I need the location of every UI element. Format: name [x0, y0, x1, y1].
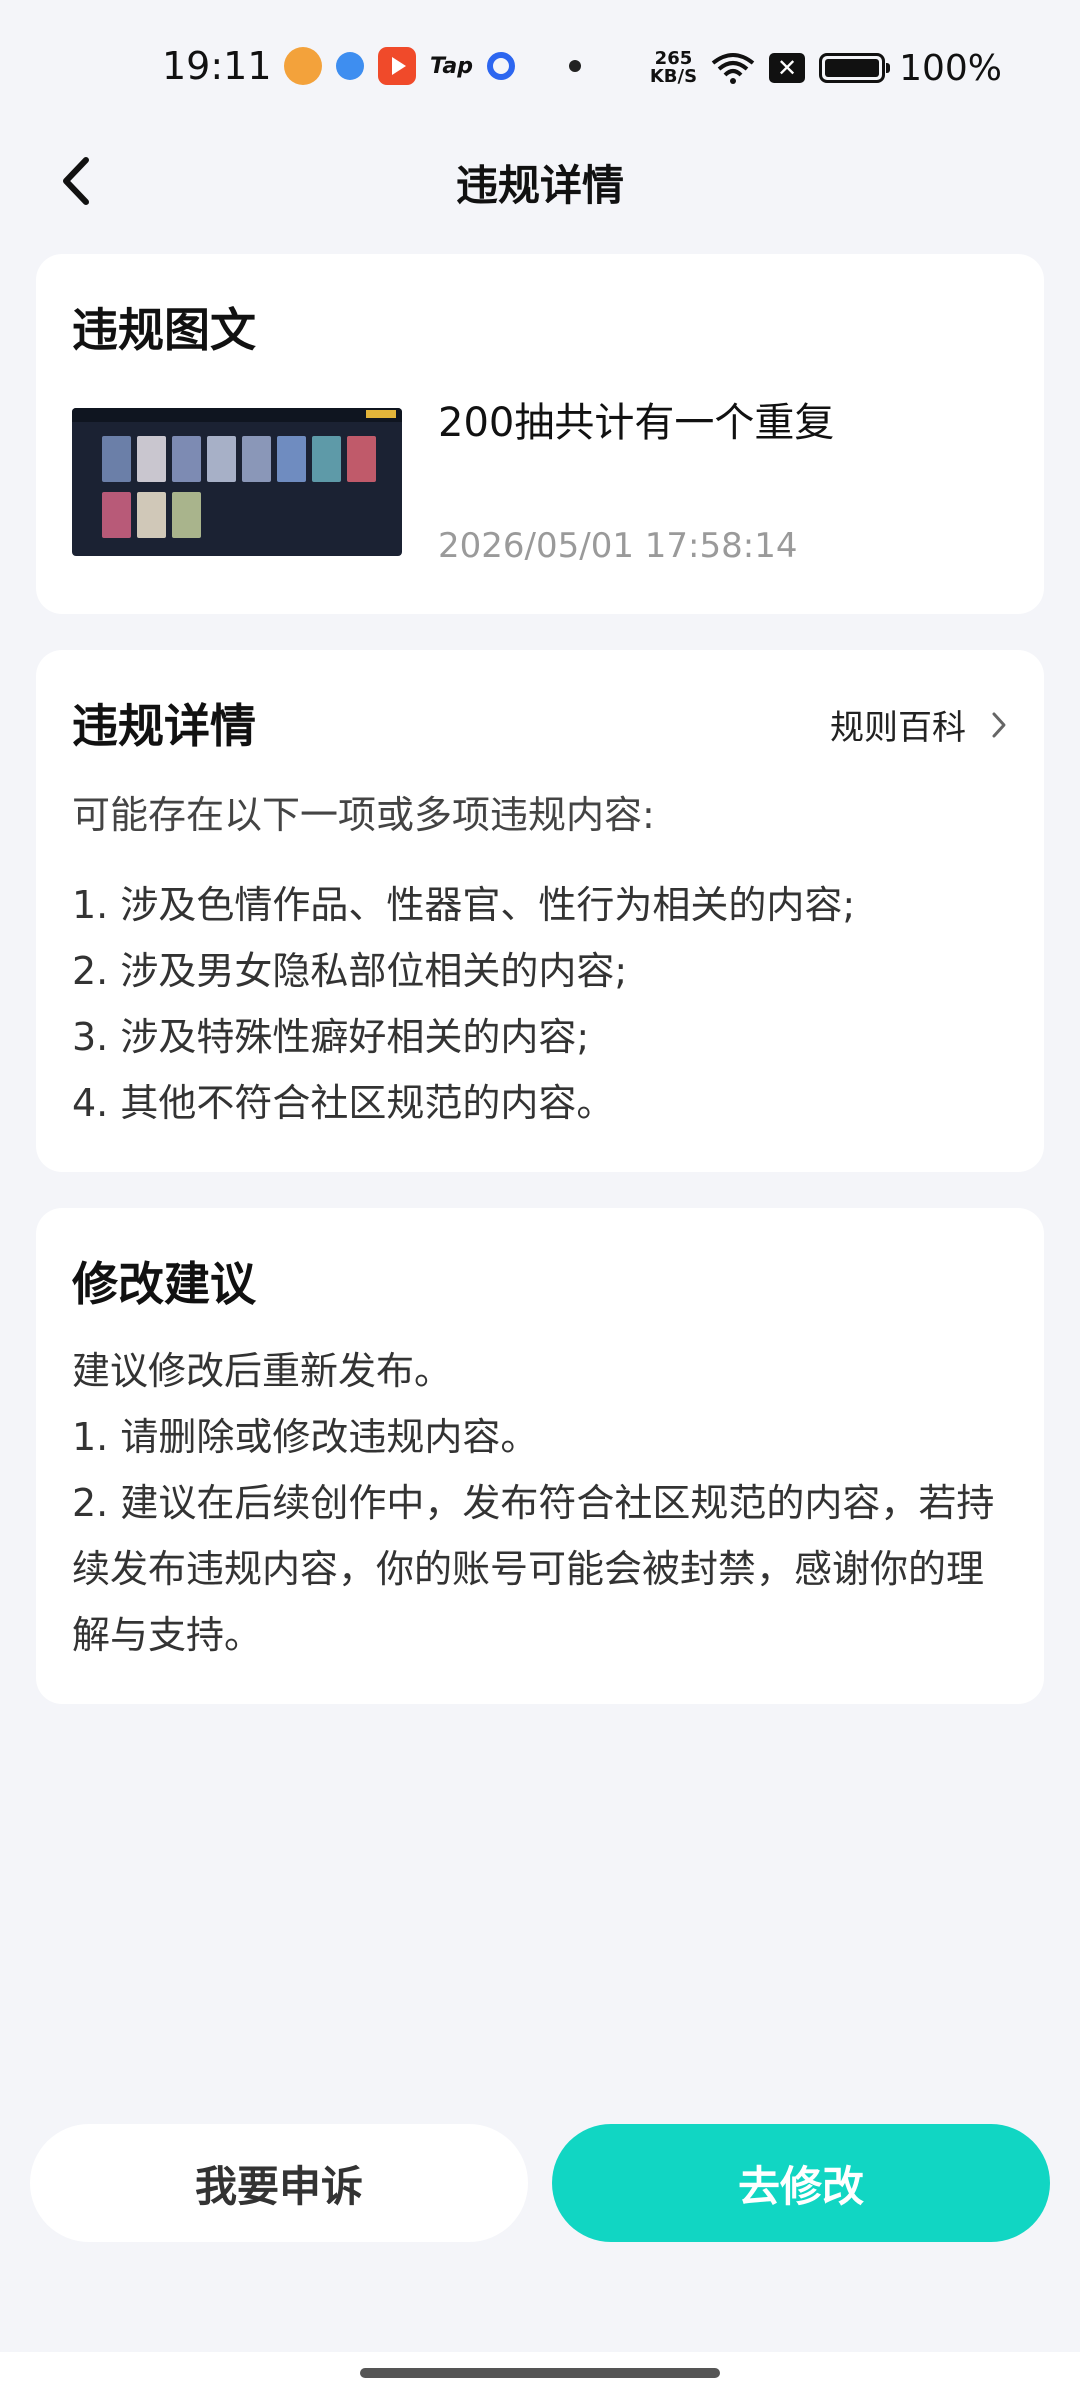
post-thumbnail[interactable]	[72, 408, 402, 556]
more-notifications-dot	[569, 60, 581, 72]
post-timestamp: 2026/05/01 17:58:14	[438, 526, 798, 566]
battery-percentage: 100%	[899, 47, 1002, 89]
wifi-icon	[711, 53, 755, 84]
ring-app-icon	[487, 52, 515, 80]
rules-wiki-label: 规则百科	[830, 708, 966, 748]
thumbnail-topbar	[72, 408, 402, 422]
system-icons: 265 KB/S ✕ 100%	[650, 44, 1002, 92]
thumbnail-card	[172, 436, 201, 482]
tap-app-icon: Tap	[430, 53, 473, 79]
home-indicator[interactable]	[360, 2368, 720, 2378]
suggestion-card: 修改建议 建议修改后重新发布。 1. 请删除或修改违规内容。 2. 建议在后续创…	[36, 1208, 1044, 1704]
section-title: 违规详情	[72, 699, 256, 753]
no-sim-icon: ✕	[769, 53, 806, 83]
post-title[interactable]: 200抽共计有一个重复	[438, 390, 834, 448]
page-title: 违规详情	[455, 161, 624, 210]
chevron-right-icon	[992, 712, 1006, 737]
thumbnail-tag	[366, 410, 396, 418]
network-speed: 265 KB/S	[650, 50, 697, 86]
suggestion-line: 1. 请删除或修改违规内容。	[72, 1415, 539, 1459]
thumbnail-card	[207, 436, 236, 482]
violation-item: 4. 其他不符合社区规范的内容。	[72, 1081, 615, 1125]
status-time: 19:11	[162, 44, 272, 88]
suggestion-text: 建议修改后重新发布。 1. 请删除或修改违规内容。 2. 建议在后续创作中，发布…	[72, 1338, 1008, 1668]
go-modify-button[interactable]: 去修改	[552, 2124, 1050, 2242]
thumbnail-card	[102, 436, 131, 482]
top-app-bar: 违规详情	[0, 130, 1080, 230]
violation-item: 2. 涉及男女隐私部位相关的内容;	[72, 949, 628, 993]
violation-intro: 可能存在以下一项或多项违规内容:	[72, 793, 655, 837]
avatar-app-icon	[284, 47, 322, 85]
thumbnail-card	[102, 492, 131, 538]
thumbnail-cards-row	[102, 436, 376, 482]
thumbnail-card	[277, 436, 306, 482]
thumbnail-card	[172, 492, 201, 538]
thumbnail-card	[312, 436, 341, 482]
thumbnail-card	[347, 436, 376, 482]
violation-item: 3. 涉及特殊性癖好相关的内容;	[72, 1015, 590, 1059]
network-speed-unit: KB/S	[649, 66, 698, 87]
battery-icon	[819, 53, 891, 83]
violation-list: 1. 涉及色情作品、性器官、性行为相关的内容; 2. 涉及男女隐私部位相关的内容…	[72, 872, 855, 1136]
notification-icons: Tap	[284, 44, 581, 88]
status-bar: 19:11 Tap 265 KB/S ✕ 100%	[0, 0, 1080, 130]
rules-wiki-link[interactable]: 规则百科	[830, 700, 1008, 749]
violation-item: 1. 涉及色情作品、性器官、性行为相关的内容;	[72, 883, 856, 927]
appeal-button[interactable]: 我要申诉	[30, 2124, 528, 2242]
thumbnail-card	[137, 436, 166, 482]
section-title: 修改建议	[72, 1257, 256, 1311]
suggestion-line: 建议修改后重新发布。	[72, 1349, 453, 1393]
thumbnail-card	[242, 436, 271, 482]
violation-details-card: 违规详情 规则百科 可能存在以下一项或多项违规内容: 1. 涉及色情作品、性器官…	[36, 650, 1044, 1172]
video-app-icon	[378, 47, 416, 85]
thumbnail-cards-row	[102, 492, 201, 538]
violating-post-card: 违规图文 200抽共计有一个重复 2026/05/01 17:58:14	[36, 254, 1044, 614]
suggestion-line: 2. 建议在后续创作中，发布符合社区规范的内容，若持续发布违规内容，你的账号可能…	[72, 1481, 995, 1657]
section-title: 违规图文	[72, 303, 256, 357]
thumbnail-card	[137, 492, 166, 538]
blue-app-icon	[336, 52, 364, 80]
